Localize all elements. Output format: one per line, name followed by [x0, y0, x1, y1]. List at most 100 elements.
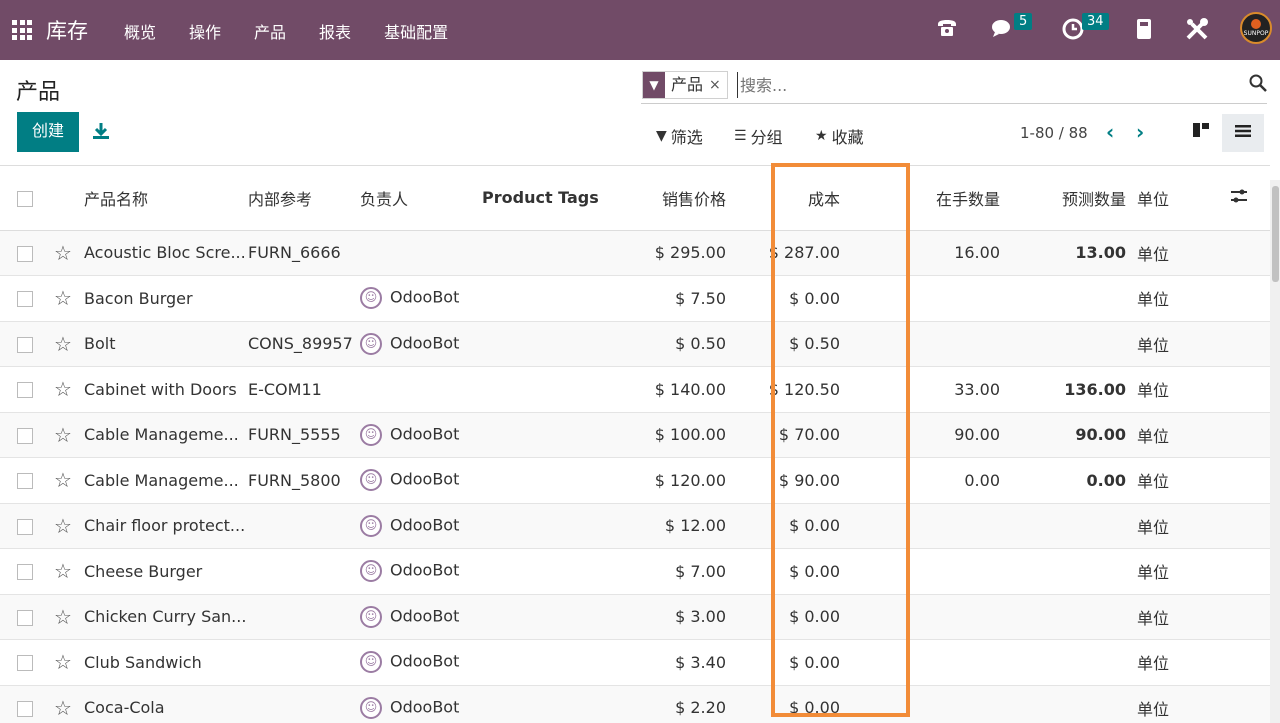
app-title[interactable]: 库存 [46, 15, 88, 45]
filter-icon: ▼ [656, 128, 667, 144]
search-facet[interactable]: ▼ 产品 × [642, 71, 728, 99]
cell-product-name[interactable]: Cable Manageme... [84, 457, 248, 504]
search-icon[interactable] [1249, 74, 1267, 97]
cell-uom: 单位 [1130, 412, 1230, 458]
row-checkbox[interactable] [17, 245, 33, 262]
row-checkbox[interactable] [17, 609, 33, 626]
table-row[interactable]: ☆ Club Sandwich ☺ OdooBot $ 3.40 $ 0.00 单… [0, 639, 1270, 686]
cell-product-name[interactable]: Coca-Cola [84, 685, 248, 723]
header-product-tags[interactable]: Product Tags [482, 166, 612, 231]
table-row[interactable]: ☆ Bolt CONS_89957 ☺ OdooBot $ 0.50 $ 0.50… [0, 321, 1270, 367]
cell-on-hand [882, 639, 1006, 686]
cell-sales-price: $ 120.00 [612, 457, 740, 504]
pager-value[interactable]: 1-80 / 88 [1020, 124, 1088, 142]
search-input[interactable] [737, 72, 1237, 98]
table-row[interactable]: ☆ Cable Manageme... FURN_5800 ☺ OdooBot $… [0, 457, 1270, 504]
cell-product-name[interactable]: Bolt [84, 321, 248, 367]
cell-product-name[interactable]: Cheese Burger [84, 548, 248, 595]
filter-button[interactable]: ▼ 筛选 [656, 124, 703, 148]
menu-item-overview[interactable]: 概览 [124, 19, 156, 43]
odoobot-avatar-icon: ☺ [360, 332, 382, 355]
table-row[interactable]: ☆ Chair floor protect... ☺ OdooBot $ 12.0… [0, 503, 1270, 549]
cell-uom: 单位 [1130, 366, 1230, 413]
header-product-name[interactable]: 产品名称 [84, 166, 248, 231]
cell-responsible-wrap: ☺ OdooBot [360, 548, 482, 595]
table-row[interactable]: ☆ Cable Manageme... FURN_5555 ☺ OdooBot $… [0, 412, 1270, 458]
cell-responsible: OdooBot [390, 651, 460, 671]
cell-responsible: OdooBot [390, 606, 460, 626]
header-on-hand[interactable]: 在手数量 [882, 166, 1006, 231]
cell-forecast [1006, 548, 1130, 595]
cell-responsible-wrap: ☺ OdooBot [360, 685, 482, 723]
menu-item-reports[interactable]: 报表 [319, 19, 351, 43]
cell-product-name[interactable]: Cabinet with Doors [84, 366, 248, 413]
menu-item-configuration[interactable]: 基础配置 [384, 19, 448, 43]
odoobot-avatar-icon: ☺ [360, 423, 382, 446]
cell-product-name[interactable]: Bacon Burger [84, 275, 248, 322]
user-avatar[interactable]: SUNPOP [1240, 12, 1272, 44]
table-row[interactable]: ☆ Cabinet with Doors E-COM11 $ 140.00 $ … [0, 366, 1270, 413]
header-cost[interactable]: 成本 [740, 166, 882, 231]
cell-product-name[interactable]: Club Sandwich [84, 639, 248, 686]
row-checkbox[interactable] [17, 291, 33, 308]
cell-product-name[interactable]: Chicken Curry San... [84, 594, 248, 640]
row-checkbox[interactable] [17, 564, 33, 581]
favorite-star-icon[interactable]: ☆ [54, 650, 72, 674]
table-row[interactable]: ☆ Chicken Curry San... ☺ OdooBot $ 3.00 $… [0, 594, 1270, 640]
apps-menu-icon[interactable] [12, 20, 32, 40]
header-uom[interactable]: 单位 [1130, 166, 1230, 231]
calculator-icon[interactable] [1136, 18, 1152, 44]
table-row[interactable]: ☆ Acoustic Bloc Scre... FURN_6666 $ 295.… [0, 230, 1270, 276]
remove-facet-icon[interactable]: × [709, 72, 727, 98]
cell-responsible-wrap [360, 230, 482, 276]
select-all-checkbox[interactable] [0, 166, 52, 231]
favorite-star-icon[interactable]: ☆ [54, 559, 72, 583]
pager-next-icon[interactable]: › [1136, 120, 1144, 144]
row-checkbox[interactable] [17, 473, 33, 490]
pager-previous-icon[interactable]: ‹ [1106, 120, 1114, 144]
create-button[interactable]: 创建 [17, 112, 79, 152]
favorite-star-icon[interactable]: ☆ [54, 468, 72, 492]
optional-columns-toggle[interactable] [1230, 166, 1270, 231]
cell-cost: $ 90.00 [740, 457, 882, 504]
favorite-star-icon[interactable]: ☆ [54, 423, 72, 447]
row-checkbox[interactable] [17, 336, 33, 353]
header-responsible[interactable]: 负责人 [360, 166, 482, 231]
cell-responsible-wrap [360, 366, 482, 413]
favorite-star-icon[interactable]: ☆ [54, 605, 72, 629]
phone-icon[interactable] [935, 16, 959, 44]
favorite-star-icon[interactable]: ☆ [54, 514, 72, 538]
table-row[interactable]: ☆ Cheese Burger ☺ OdooBot $ 7.00 $ 0.00 单… [0, 548, 1270, 595]
kanban-view-icon[interactable] [1180, 114, 1222, 152]
chat-icon[interactable] [991, 18, 1015, 44]
cell-uom: 单位 [1130, 639, 1230, 686]
tools-icon[interactable] [1184, 16, 1210, 46]
favorite-star-icon[interactable]: ☆ [54, 241, 72, 265]
download-icon[interactable] [92, 122, 110, 145]
row-checkbox[interactable] [17, 382, 33, 399]
table-row[interactable]: ☆ Bacon Burger ☺ OdooBot $ 7.50 $ 0.00 单位 [0, 275, 1270, 322]
favorite-star-icon[interactable]: ☆ [54, 332, 72, 356]
list-view-icon[interactable] [1222, 114, 1264, 152]
cell-product-name[interactable]: Chair floor protect... [84, 503, 248, 549]
table-row[interactable]: ☆ Coca-Cola ☺ OdooBot $ 2.20 $ 0.00 单位 [0, 685, 1270, 723]
favorite-star-icon[interactable]: ☆ [54, 286, 72, 310]
clock-icon[interactable] [1062, 18, 1084, 44]
row-checkbox[interactable] [17, 427, 33, 444]
cell-product-name[interactable]: Cable Manageme... [84, 412, 248, 458]
group-by-button[interactable]: ☰ 分组 [734, 124, 783, 148]
favorite-star-icon[interactable]: ☆ [54, 377, 72, 401]
header-forecast[interactable]: 预测数量 [1006, 166, 1130, 231]
favorites-button[interactable]: ★ 收藏 [815, 124, 864, 148]
header-sales-price[interactable]: 销售价格 [612, 166, 740, 231]
cell-internal-ref: FURN_5555 [248, 412, 360, 458]
menu-item-operations[interactable]: 操作 [189, 19, 221, 43]
row-checkbox[interactable] [17, 518, 33, 535]
favorite-star-icon[interactable]: ☆ [54, 696, 72, 720]
menu-item-products[interactable]: 产品 [254, 19, 286, 43]
header-internal-ref[interactable]: 内部参考 [248, 166, 360, 231]
cell-product-name[interactable]: Acoustic Bloc Scre... [84, 230, 248, 276]
row-checkbox[interactable] [17, 700, 33, 717]
scrollbar-thumb[interactable] [1272, 186, 1279, 282]
row-checkbox[interactable] [17, 655, 33, 672]
